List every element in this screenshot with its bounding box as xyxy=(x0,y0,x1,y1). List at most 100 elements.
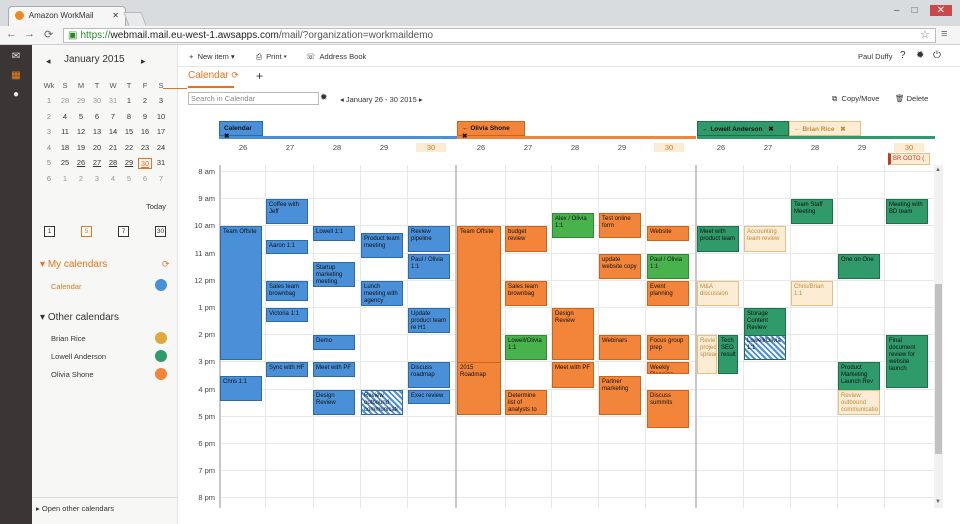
calendar-event[interactable]: Review pipeline xyxy=(408,226,450,252)
calendar-event[interactable]: Webinars xyxy=(599,335,641,361)
calendar-event[interactable]: budget review xyxy=(505,226,547,252)
other-calendar-item[interactable]: Lowell Anderson xyxy=(51,352,106,361)
scroll-up-icon[interactable]: ▲ xyxy=(935,167,941,173)
close-calendar-icon[interactable]: ✖ xyxy=(838,126,845,133)
minical-day[interactable]: 9 xyxy=(138,112,152,121)
calendar-event[interactable]: Chris/Brian 1:1 xyxy=(791,280,833,306)
calendar-event[interactable]: Partner marketing xyxy=(599,376,641,415)
calendar-event[interactable]: Alex / Olivia 1:1 xyxy=(552,212,594,238)
day-number[interactable]: 30 xyxy=(654,143,684,152)
power-icon[interactable]: ⏻ xyxy=(933,50,941,61)
minical-day[interactable]: 8 xyxy=(122,112,136,121)
minical-day[interactable]: 4 xyxy=(58,112,72,121)
minical-day[interactable]: 13 xyxy=(90,127,104,136)
calendar-event[interactable]: Meet with product team xyxy=(697,226,739,252)
back-icon[interactable]: ← xyxy=(6,28,17,40)
minical-day[interactable]: 1 xyxy=(58,174,72,183)
calendar-event[interactable]: Lowell/Olivia 1:1 xyxy=(505,335,547,361)
grid-scroll-thumb[interactable] xyxy=(935,284,942,454)
day-number[interactable]: 26 xyxy=(228,143,258,152)
minical-day[interactable]: 26 xyxy=(74,158,88,167)
calendar-event[interactable]: Design Review xyxy=(313,389,355,415)
minical-day[interactable]: 7 xyxy=(154,174,168,183)
calendar-event[interactable]: Sales team brownbag xyxy=(505,280,547,306)
calendar-event[interactable]: Final document review for website launch xyxy=(886,335,928,388)
calendar-event[interactable]: Paul / Olivia 1:1 xyxy=(647,253,689,279)
calendar-event[interactable]: Startup marketing meeting xyxy=(313,261,355,287)
calendar-header[interactable]: ← Lowell Anderson ✖ xyxy=(697,121,789,136)
minical-day[interactable]: 18 xyxy=(58,143,72,152)
calendar-event[interactable]: Lowell/Olivia 1:1 xyxy=(744,335,786,361)
close-calendar-icon[interactable]: ✖ xyxy=(766,126,773,133)
settings-icon[interactable]: ✹ xyxy=(916,50,924,61)
minical-day[interactable]: 10 xyxy=(154,112,168,121)
minical-day[interactable]: 5 xyxy=(122,174,136,183)
calendar-item-own[interactable]: Calendar xyxy=(51,282,81,291)
user-name[interactable]: Paul Duffy xyxy=(858,52,892,61)
minical-day[interactable]: 6 xyxy=(138,174,152,183)
calendar-event[interactable]: Sales team brownbag xyxy=(266,280,308,301)
close-tab-icon[interactable]: ✕ xyxy=(112,11,119,20)
calendar-event[interactable]: Paul / Olivia 1:1 xyxy=(408,253,450,279)
close-window-icon[interactable]: ✕ xyxy=(929,5,952,16)
calendar-event[interactable]: One on One xyxy=(838,253,880,279)
calendar-event[interactable]: Revie project spread xyxy=(697,335,717,374)
minical-day[interactable]: 21 xyxy=(106,143,120,152)
view-button-30[interactable]: 30 xyxy=(155,226,166,237)
search-settings-icon[interactable]: ✹ xyxy=(320,92,328,103)
day-number[interactable]: 28 xyxy=(800,143,830,152)
day-number[interactable]: 27 xyxy=(753,143,783,152)
add-tab-icon[interactable]: + xyxy=(256,69,263,83)
maximize-icon[interactable]: □ xyxy=(912,5,918,16)
minical-day[interactable]: 15 xyxy=(122,127,136,136)
minical-day[interactable]: 19 xyxy=(74,143,88,152)
minical-day[interactable]: 30 xyxy=(138,158,152,169)
copy-move-button[interactable]: ⧉ Copy/Move xyxy=(832,94,879,104)
other-calendars-heading[interactable]: ▾ Other calendars xyxy=(40,312,119,323)
day-number[interactable]: 28 xyxy=(322,143,352,152)
day-number[interactable]: 26 xyxy=(706,143,736,152)
browser-menu-icon[interactable]: ≡ xyxy=(941,28,947,40)
today-link[interactable]: Today xyxy=(146,202,166,211)
calendar-event[interactable]: Event planning xyxy=(647,280,689,306)
refresh-calendar-icon[interactable]: ⟳ xyxy=(231,70,239,80)
allday-event[interactable]: BR OOTO ( xyxy=(888,153,930,165)
close-calendar-icon[interactable]: ✖ xyxy=(224,133,229,140)
calendar-event[interactable]: Team Staff Meeting xyxy=(791,199,833,225)
minical-day[interactable]: 1 xyxy=(122,96,136,105)
minical-day[interactable]: 4 xyxy=(106,174,120,183)
minical-day[interactable]: 22 xyxy=(122,143,136,152)
calendar-event[interactable]: Aaron 1:1 xyxy=(266,240,308,255)
calendar-event[interactable]: Review outbound communicati xyxy=(361,389,403,415)
minical-day[interactable]: 14 xyxy=(106,127,120,136)
calendar-color-dot[interactable] xyxy=(155,332,167,344)
calendar-event[interactable]: Tech SEO result xyxy=(718,335,738,374)
day-number[interactable]: 27 xyxy=(275,143,305,152)
my-calendars-heading[interactable]: ▾ My calendars xyxy=(40,259,107,270)
calendar-event[interactable]: Design Review xyxy=(552,308,594,361)
minical-day[interactable]: 31 xyxy=(154,158,168,167)
other-calendar-item[interactable]: Olivia Shone xyxy=(51,370,94,379)
calendar-event[interactable]: Meet with PF xyxy=(313,362,355,377)
calendar-event[interactable]: Focus group prep xyxy=(647,335,689,361)
scroll-down-icon[interactable]: ▼ xyxy=(935,499,941,505)
minical-day[interactable]: 20 xyxy=(90,143,104,152)
calendar-event[interactable]: Lowell 1:1 xyxy=(313,226,355,241)
calendar-event[interactable]: Exec review xyxy=(408,389,450,404)
calendar-event[interactable]: Test online form xyxy=(599,212,641,238)
calendar-event[interactable]: M&A discussion xyxy=(697,280,739,306)
calendar-event[interactable]: Accounting team review xyxy=(744,226,786,252)
calendar-event[interactable]: Meet with PF xyxy=(552,362,594,388)
calendar-color-dot[interactable] xyxy=(155,368,167,380)
calendar-header[interactable]: ← Brian Rice ✖ xyxy=(789,121,861,136)
minical-day[interactable]: 16 xyxy=(138,127,152,136)
day-number[interactable]: 28 xyxy=(560,143,590,152)
contacts-icon[interactable]: ● xyxy=(10,89,22,101)
minical-day[interactable]: 6 xyxy=(90,112,104,121)
minical-day[interactable]: 30 xyxy=(90,96,104,105)
calendar-event[interactable]: 2015 Roadmap xyxy=(457,362,501,415)
tab-calendar[interactable]: Calendar ⟳ xyxy=(188,70,239,81)
calendar-icon[interactable]: ▦ xyxy=(10,70,22,82)
calendar-event[interactable]: Chris 1:1 xyxy=(220,376,262,402)
calendar-event[interactable]: Sync with HF xyxy=(266,362,308,377)
